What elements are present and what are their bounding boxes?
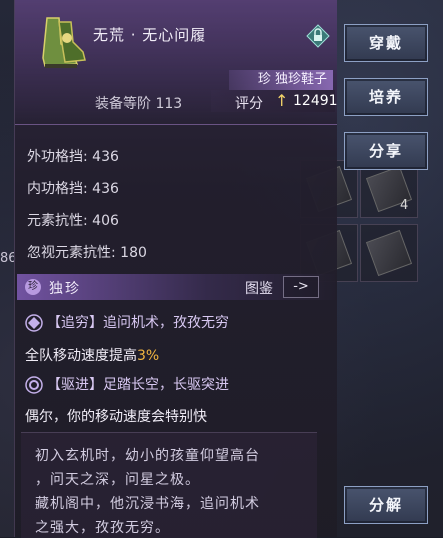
slot-count: 4 — [400, 198, 409, 213]
item-tooltip-panel: 无荒 · 无心问履 珍 独珍鞋子 装备等阶 113 评分 ↑ 12491 外功格… — [14, 0, 338, 538]
dismantle-button[interactable]: 分解 — [344, 486, 428, 524]
skill-title-text: 【追穷】追问机术，孜孜无穷 — [47, 315, 229, 331]
rarity-name: 独珍 — [49, 281, 81, 297]
skill-title: 【驱进】足踏长空，长驱突进 — [25, 374, 229, 394]
stat-line: 内功格挡: 436 — [27, 181, 119, 197]
equip-button[interactable]: 穿戴 — [344, 24, 428, 62]
swirl-skill-icon — [25, 376, 43, 394]
stat-line: 元素抗性: 406 — [27, 213, 119, 229]
stat-line: 外功格挡: 436 — [27, 149, 119, 165]
skill-description: 偶尔，你的移动速度会特别快 — [25, 406, 207, 426]
skill-desc-text: 全队移动速度提高 — [25, 348, 137, 364]
skill-desc-highlight: 3% — [137, 348, 160, 364]
gear-level: 装备等阶 113 — [95, 96, 183, 112]
atlas-button[interactable]: -> — [283, 276, 319, 298]
item-name: 无荒 · 无心问履 — [93, 26, 207, 44]
score-box: 评分 ↑ 12491 — [211, 90, 338, 112]
skill-desc-text: 偶尔，你的移动速度会特别快 — [25, 409, 207, 425]
lore-line: 初入玄机时，幼小的孩童仰望高台 — [35, 448, 260, 464]
lore-line: 藏机阁中，他沉浸书海，追问机术 — [35, 496, 260, 512]
lore-line: 之强大，孜孜无穷。 — [35, 520, 170, 536]
skill-title-text: 【驱进】足踏长空，长驱突进 — [47, 377, 229, 393]
cultivate-button[interactable]: 培养 — [344, 78, 428, 116]
score-label: 评分 — [235, 96, 263, 112]
diamond-skill-icon — [25, 314, 43, 332]
rarity-type-tag: 珍 独珍鞋子 — [229, 70, 333, 90]
rarity-bar: 珍 独珍 图鉴 -> — [17, 274, 335, 300]
atlas-label: 图鉴 — [245, 281, 273, 297]
stat-line: 忽视元素抗性: 180 — [27, 245, 147, 261]
skill-title: 【追穷】追问机术，孜孜无穷 — [25, 312, 229, 332]
boots-icon — [42, 17, 86, 68]
inventory-slot[interactable] — [360, 224, 418, 282]
lore-line: ，问天之深，问星之极。 — [35, 472, 200, 488]
rarity-badge: 珍 — [25, 279, 41, 295]
item-header: 无荒 · 无心问履 珍 独珍鞋子 装备等阶 113 评分 ↑ 12491 — [15, 0, 338, 125]
lore-box: 初入玄机时，幼小的孩童仰望高台 ，问天之深，问星之极。 藏机阁中，他沉浸书海，追… — [21, 432, 317, 538]
score-value: 12491 — [293, 93, 338, 109]
skill-description: 全队移动速度提高3% — [25, 345, 159, 365]
up-arrow-icon: ↑ — [275, 91, 289, 110]
lock-icon[interactable] — [306, 24, 330, 48]
share-button[interactable]: 分享 — [344, 132, 428, 170]
